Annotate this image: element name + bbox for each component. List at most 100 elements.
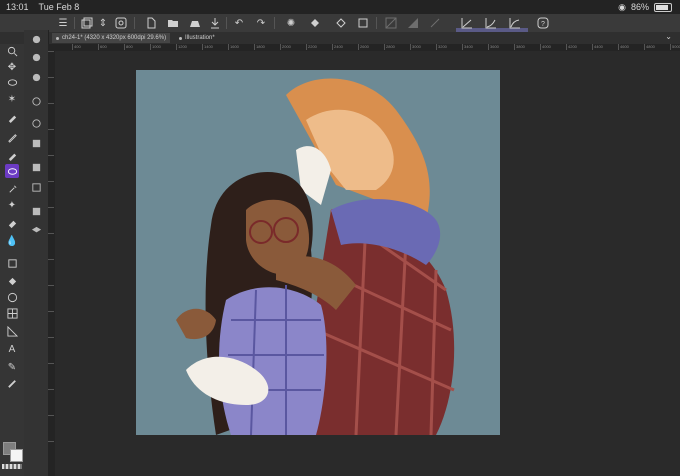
ruler-tick: 1000: [150, 44, 161, 50]
airbrush-icon[interactable]: [5, 182, 19, 196]
tool-palette: ✥ ✶ ✦ 💧 A ✎: [0, 44, 25, 476]
text-icon[interactable]: A: [5, 342, 19, 356]
ruler-tick: 4800: [644, 44, 655, 50]
zoom-icon[interactable]: [5, 44, 19, 58]
new-file-icon[interactable]: [144, 16, 158, 30]
pen-pressure-3-icon[interactable]: [508, 16, 522, 30]
correction-icon[interactable]: [5, 376, 19, 390]
transform-icon[interactable]: [334, 16, 348, 30]
frame-icon[interactable]: [5, 306, 19, 320]
svg-text:?: ?: [541, 21, 545, 28]
ruler-tick: 2400: [332, 44, 343, 50]
ruler-tick: [48, 415, 54, 416]
figure-icon[interactable]: [5, 290, 19, 304]
decoration-icon[interactable]: ✦: [5, 198, 19, 212]
tab-label: Illustration*: [185, 35, 215, 41]
ruler-tick: 1400: [202, 44, 213, 50]
pen-pressure-1-icon[interactable]: [460, 16, 474, 30]
open-folder-icon[interactable]: [166, 16, 180, 30]
save-icon[interactable]: [188, 16, 202, 30]
chevron-down-icon[interactable]: ⌄: [665, 32, 672, 41]
sub-tool-4-icon[interactable]: [29, 94, 43, 108]
ruler-icon[interactable]: [5, 324, 19, 338]
brush-icon[interactable]: [5, 164, 19, 178]
tab-modified-dot: [179, 36, 182, 40]
fullscreen-icon[interactable]: [114, 16, 128, 30]
lasso-icon[interactable]: [5, 76, 19, 90]
sub-tool-palette: [24, 30, 49, 476]
smoothing-icon[interactable]: [428, 16, 442, 30]
status-date: Tue Feb 8: [38, 2, 80, 12]
sub-tool-1-icon[interactable]: [29, 32, 43, 46]
ruler-tick: 600: [98, 44, 107, 50]
ruler-tick: [48, 129, 54, 130]
ruler-tick: 4200: [566, 44, 577, 50]
gradient-icon[interactable]: [406, 16, 420, 30]
export-icon[interactable]: [208, 16, 222, 30]
separator: [274, 17, 275, 29]
pen-icon[interactable]: [5, 130, 19, 144]
sub-tool-9-icon[interactable]: [29, 204, 43, 218]
fill-icon[interactable]: [308, 16, 322, 30]
magic-wand-icon[interactable]: ✶: [5, 92, 19, 106]
sub-tool-2-icon[interactable]: [29, 50, 43, 64]
eyedropper-icon[interactable]: [5, 110, 19, 124]
tab-modified-dot: [56, 36, 59, 40]
sub-tool-10-icon[interactable]: [29, 224, 43, 238]
ruler-tick: 4400: [592, 44, 603, 50]
sub-tool-7-icon[interactable]: [29, 160, 43, 174]
command-bar: ☰ ⇕ ↶ ↷ ✺ ?: [0, 14, 680, 46]
chevron-updown-icon[interactable]: ⇕: [96, 16, 110, 30]
move-icon[interactable]: ✥: [5, 60, 19, 74]
gradient-tool-icon[interactable]: [5, 274, 19, 288]
tab-illustration[interactable]: Illustration*: [175, 33, 219, 43]
sub-tool-5-icon[interactable]: [29, 116, 43, 130]
tab-label: ch24-1* (4320 x 4320px 600dpi 29.6%): [62, 35, 167, 41]
ruler-tick: 3200: [436, 44, 447, 50]
ruler-tick: [48, 389, 54, 390]
eraser-icon[interactable]: [5, 216, 19, 230]
sub-color-swatch[interactable]: [10, 449, 23, 462]
screen-record-icon: ◉: [618, 1, 626, 12]
separator: [74, 17, 75, 29]
sub-tool-6-icon[interactable]: [29, 136, 43, 150]
ruler-tick: [48, 285, 54, 286]
sub-tool-8-icon[interactable]: [29, 180, 43, 194]
transparent-color-swatch[interactable]: [2, 464, 22, 469]
tab-canvas-ch24[interactable]: ch24-1* (4320 x 4320px 600dpi 29.6%): [52, 33, 171, 43]
ruler-tick: [48, 259, 54, 260]
ruler-tick: 2200: [306, 44, 317, 50]
sub-tool-3-icon[interactable]: [29, 70, 43, 84]
undo-icon[interactable]: ↶: [232, 16, 246, 30]
ruler-tick: 800: [124, 44, 133, 50]
pattern-icon[interactable]: [384, 16, 398, 30]
help-icon[interactable]: ?: [536, 16, 550, 30]
menu-icon[interactable]: ☰: [56, 16, 70, 30]
battery-fill: [656, 4, 668, 10]
ruler-tick: 1800: [254, 44, 265, 50]
crop-icon[interactable]: [356, 16, 370, 30]
settings-icon[interactable]: ✺: [284, 16, 298, 30]
ruler-tick: 1600: [228, 44, 239, 50]
ruler-tick: 4600: [618, 44, 629, 50]
canvas-tab-bar: ch24-1* (4320 x 4320px 600dpi 29.6%) Ill…: [0, 32, 680, 44]
artwork-canvas[interactable]: [136, 70, 500, 435]
balloon-icon[interactable]: ✎: [5, 360, 19, 374]
ruler-tick: [48, 311, 54, 312]
ruler-tick: [48, 181, 54, 182]
ruler-tick: 3000: [410, 44, 421, 50]
status-right: ◉ 86%: [618, 2, 672, 13]
ruler-tick: 400: [72, 44, 81, 50]
blend-icon[interactable]: 💧: [5, 234, 19, 248]
ruler-tick: [48, 337, 54, 338]
ruler-tick: 3800: [514, 44, 525, 50]
fill-bucket-icon[interactable]: [5, 256, 19, 270]
ruler-tick: 3600: [488, 44, 499, 50]
redo-icon[interactable]: ↷: [254, 16, 268, 30]
pen-pressure-2-icon[interactable]: [484, 16, 498, 30]
illustration-two-characters-hugging: [136, 70, 500, 435]
ruler-tick: [48, 207, 54, 208]
pencil-icon[interactable]: [5, 148, 19, 162]
ruler-vertical: [48, 51, 55, 476]
layers-icon[interactable]: [80, 16, 94, 30]
